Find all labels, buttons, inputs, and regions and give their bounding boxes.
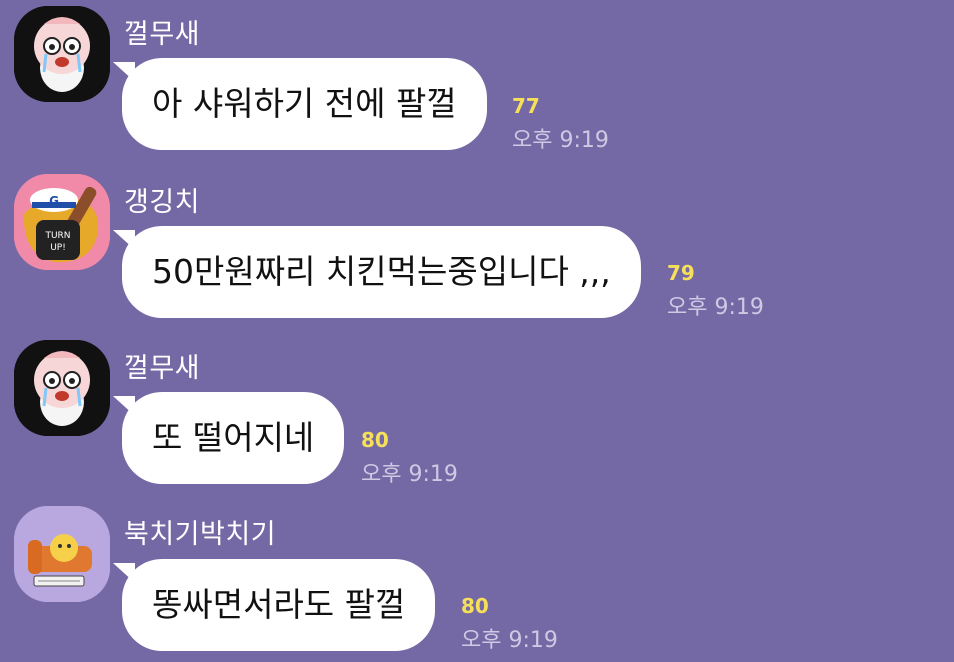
profile-avatar[interactable] bbox=[14, 506, 110, 602]
unread-count: 79 bbox=[667, 261, 695, 285]
message-time: 오후 9:19 bbox=[667, 295, 764, 320]
crying-peach-icon bbox=[14, 340, 110, 436]
message-time: 오후 9:19 bbox=[512, 128, 609, 153]
profile-avatar[interactable] bbox=[14, 340, 110, 436]
svg-text:G: G bbox=[49, 194, 59, 208]
sender-name: 갱깅치 bbox=[124, 187, 201, 218]
sender-name: 껄무새 bbox=[124, 353, 201, 384]
sender-name: 북치기박치기 bbox=[124, 519, 277, 550]
svg-text:TURN: TURN bbox=[44, 231, 70, 241]
message-bubble[interactable]: 50만원짜리 치킨먹는중입니다 ,,, bbox=[122, 226, 641, 318]
message-bubble[interactable]: 또 떨어지네 bbox=[122, 392, 345, 484]
message-time: 오후 9:19 bbox=[461, 628, 558, 653]
turn-up-lion-icon: G TURN UP! bbox=[14, 174, 110, 270]
sleeping-cat-icon bbox=[14, 506, 110, 602]
message-bubble[interactable]: 아 샤워하기 전에 팔껄 bbox=[122, 58, 487, 150]
unread-count: 77 bbox=[512, 94, 540, 118]
message-time: 오후 9:19 bbox=[361, 462, 458, 487]
unread-count: 80 bbox=[361, 428, 389, 452]
crying-peach-icon bbox=[14, 6, 110, 102]
sender-name: 껄무새 bbox=[124, 19, 201, 50]
unread-count: 80 bbox=[461, 594, 489, 618]
profile-avatar[interactable] bbox=[14, 6, 110, 102]
svg-text:UP!: UP! bbox=[50, 243, 66, 253]
profile-avatar[interactable]: G TURN UP! bbox=[14, 174, 110, 270]
message-bubble[interactable]: 똥싸면서라도 팔껄 bbox=[122, 559, 436, 651]
